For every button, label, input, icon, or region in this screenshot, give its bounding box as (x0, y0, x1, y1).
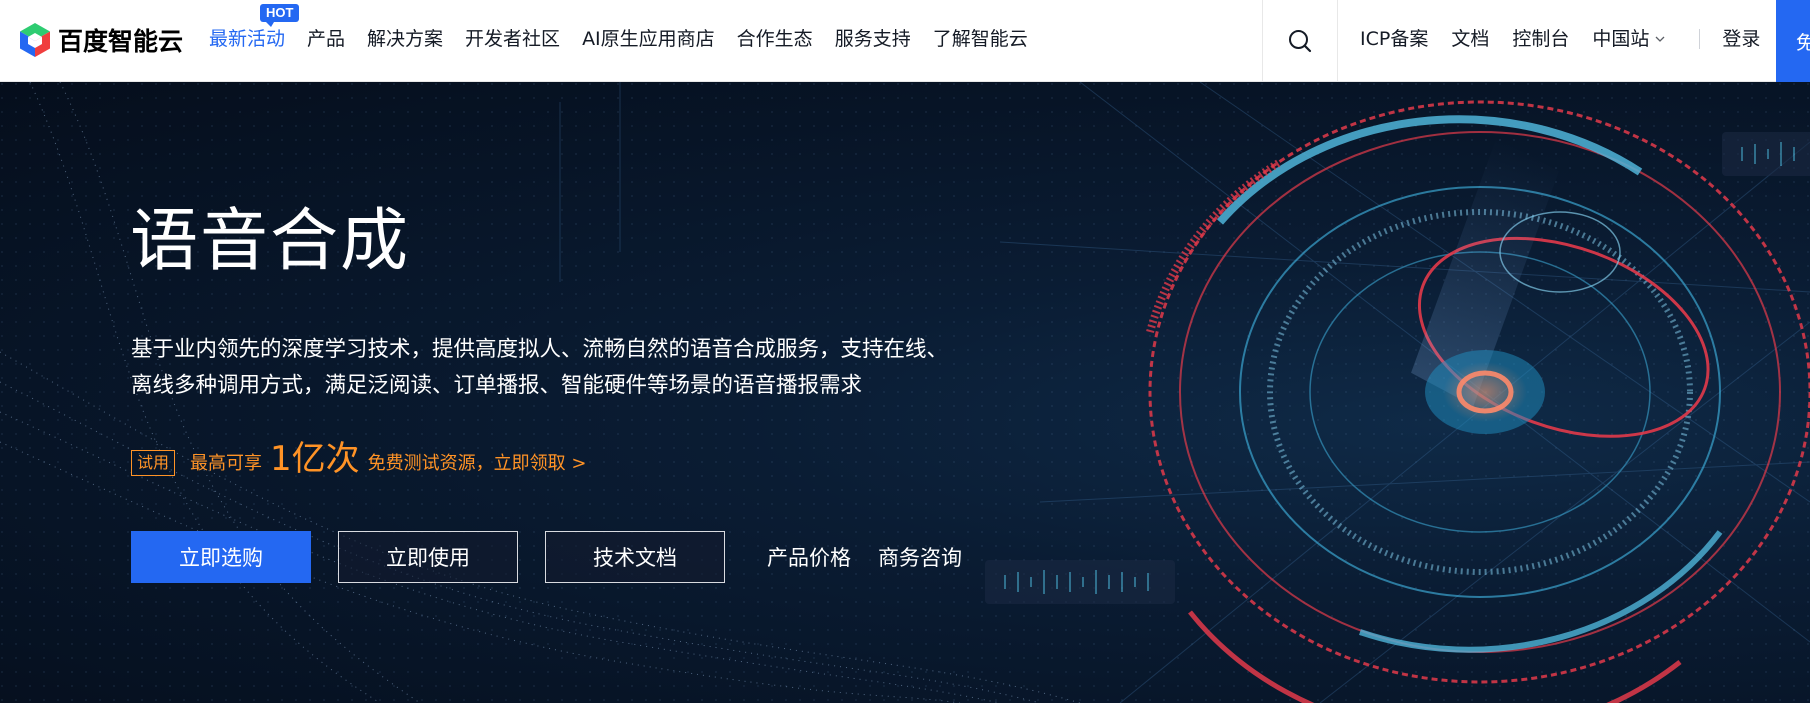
hero-title: 语音合成 (130, 202, 411, 281)
region-label: 中国站 (1592, 28, 1650, 50)
nav-link-docs[interactable]: 文档 (1451, 26, 1489, 52)
free-trial-button[interactable]: 免 (1776, 0, 1810, 82)
nav-link-ai-app-store[interactable]: AI原生应用商店 (582, 26, 715, 52)
search-button[interactable] (1262, 0, 1338, 81)
brand-name: 百度智能云 (58, 27, 184, 56)
nav-divider (1699, 29, 1701, 49)
business-consult-link[interactable]: 商务咨询 (878, 542, 962, 572)
free-trial-promo[interactable]: 试用 最高可享 1亿次 免费测试资源，立即领取 > (131, 439, 586, 479)
nav-link-latest-events[interactable]: 最新活动 HOT (209, 4, 300, 52)
promo-highlight: 1亿次 (270, 439, 360, 479)
pricing-link[interactable]: 产品价格 (767, 542, 851, 572)
hero-actions: 立即选购 立即使用 技术文档 产品价格 商务咨询 (131, 531, 989, 583)
promo-claim-link[interactable]: 免费测试资源，立即领取 > (368, 451, 587, 477)
main-nav-links: 最新活动 HOT 产品 解决方案 开发者社区 AI原生应用商店 合作生态 服务支… (209, 4, 1050, 52)
promo-prefix: 最高可享 (190, 453, 263, 474)
nav-link-developer-community[interactable]: 开发者社区 (465, 26, 560, 52)
search-icon (1289, 29, 1312, 52)
hero-description-line: 基于业内领先的深度学习技术，提供高度拟人、流畅自然的语音合成服务，支持在线、 (131, 337, 949, 362)
tech-docs-button[interactable]: 技术文档 (545, 531, 725, 583)
nav-link-console[interactable]: 控制台 (1512, 26, 1569, 52)
nav-link-label: 最新活动 (209, 28, 286, 50)
trial-tag: 试用 (131, 450, 176, 476)
nav-link-products[interactable]: 产品 (307, 26, 345, 52)
chevron-down-icon (1655, 36, 1665, 42)
top-navigation-bar: 百度智能云 最新活动 HOT 产品 解决方案 开发者社区 AI原生应用商店 合作… (0, 0, 1810, 82)
nav-link-partners[interactable]: 合作生态 (737, 26, 813, 52)
hot-badge: HOT (260, 4, 300, 27)
baidu-cloud-logo-icon (20, 23, 50, 57)
nav-link-icp[interactable]: ICP备案 (1360, 26, 1428, 52)
use-now-button[interactable]: 立即使用 (338, 531, 518, 583)
nav-right-links: ICP备案 文档 控制台 中国站 登录 (1360, 26, 1783, 52)
nav-link-about[interactable]: 了解智能云 (933, 26, 1028, 52)
hero-description-line: 离线多种调用方式，满足泛阅读、订单播报、智能硬件等场景的语音播报需求 (131, 373, 863, 398)
free-trial-label: 免 (1796, 31, 1810, 54)
brand-logo[interactable]: 百度智能云 (18, 20, 183, 60)
nav-link-solutions[interactable]: 解决方案 (367, 26, 443, 52)
login-link[interactable]: 登录 (1722, 26, 1760, 52)
buy-now-button[interactable]: 立即选购 (131, 531, 311, 583)
hero-description: 基于业内领先的深度学习技术，提供高度拟人、流畅自然的语音合成服务，支持在线、 离… (131, 332, 1011, 404)
region-selector[interactable]: 中国站 (1592, 26, 1666, 52)
hero-banner: 语音合成 基于业内领先的深度学习技术，提供高度拟人、流畅自然的语音合成服务，支持… (0, 82, 1810, 703)
nav-link-support[interactable]: 服务支持 (835, 26, 911, 52)
